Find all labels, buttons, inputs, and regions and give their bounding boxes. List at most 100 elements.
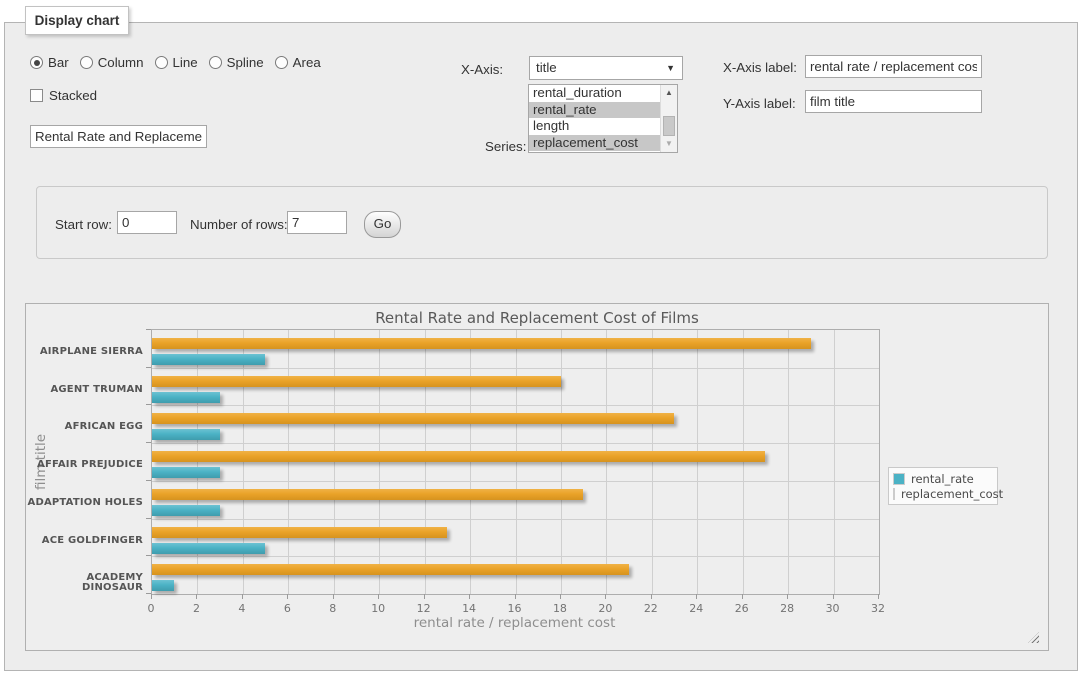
x-axis-tick [878, 594, 879, 599]
x-axis-tick [196, 594, 197, 599]
series-option-rental-rate[interactable]: rental_rate [529, 102, 677, 119]
radio-line[interactable]: Line [155, 55, 198, 70]
series-option-rental-duration[interactable]: rental_duration [529, 85, 677, 102]
category-label: ADAPTATION HOLES [26, 498, 143, 508]
chevron-down-icon: ▼ [666, 64, 675, 73]
category-label: ACE GOLDFINGER [26, 536, 143, 546]
radio-bar-label: Bar [48, 55, 69, 70]
legend-item: replacement_cost [893, 486, 993, 501]
x-tick-label: 18 [545, 602, 575, 615]
y-axis-tick [146, 518, 151, 519]
x-tick-label: 6 [272, 602, 302, 615]
bar-replacement-cost [152, 413, 674, 424]
stacked-label: Stacked [49, 88, 97, 103]
bar-rental-rate [152, 354, 265, 365]
y-axis-label-field-label: Y-Axis label: [723, 96, 796, 111]
x-tick-label: 2 [181, 602, 211, 615]
scroll-down-icon[interactable]: ▼ [661, 139, 677, 149]
x-tick-label: 4 [227, 602, 257, 615]
gridline [152, 443, 879, 444]
bar-rental-rate [152, 392, 220, 403]
start-row-input[interactable] [117, 211, 177, 234]
row-controls-box [36, 186, 1048, 259]
radio-area[interactable]: Area [275, 55, 321, 70]
gridline [834, 330, 835, 594]
legend-label: rental_rate [911, 472, 974, 486]
scrollbar[interactable]: ▲ ▼ [660, 85, 677, 152]
series-option-length[interactable]: length [529, 118, 677, 135]
gridline [152, 519, 879, 520]
resize-handle-icon[interactable] [1028, 632, 1039, 643]
x-axis-tick [605, 594, 606, 599]
radio-area-icon[interactable] [275, 56, 288, 69]
radio-column[interactable]: Column [80, 55, 144, 70]
y-axis-tick [146, 329, 151, 330]
series-select-label: Series: [485, 139, 526, 154]
bar-replacement-cost [152, 564, 629, 575]
start-row-label: Start row: [55, 217, 112, 232]
category-label: AFRICAN EGG [26, 422, 143, 432]
bar-replacement-cost [152, 338, 811, 349]
radio-bar-icon[interactable] [30, 56, 43, 69]
gridline [152, 368, 879, 369]
radio-line-icon[interactable] [155, 56, 168, 69]
gridline [152, 405, 879, 406]
radio-spline[interactable]: Spline [209, 55, 264, 70]
chart-type-radio-group: Bar Column Line Spline Area [30, 55, 332, 70]
x-tick-label: 0 [136, 602, 166, 615]
gridline [152, 481, 879, 482]
legend-item: rental_rate [893, 471, 993, 486]
y-axis-tick [146, 555, 151, 556]
category-label: AIRPLANE SIERRA [26, 347, 143, 357]
x-axis-tick [696, 594, 697, 599]
chart-title: Rental Rate and Replacement Cost of Film… [26, 309, 1048, 327]
x-tick-label: 14 [454, 602, 484, 615]
bar-rental-rate [152, 505, 220, 516]
category-label: AFFAIR PREJUDICE [26, 460, 143, 470]
panel-title: Display chart [25, 6, 129, 35]
x-tick-label: 22 [636, 602, 666, 615]
chart-container: Rental Rate and Replacement Cost of Film… [25, 303, 1049, 651]
scroll-up-icon[interactable]: ▲ [661, 88, 677, 98]
number-of-rows-label: Number of rows: [190, 217, 288, 232]
x-axis-tick [424, 594, 425, 599]
legend-label: replacement_cost [901, 487, 1003, 501]
go-button[interactable]: Go [364, 211, 401, 238]
radio-column-label: Column [98, 55, 144, 70]
legend-swatch-rental-rate [893, 473, 905, 485]
gridline [788, 330, 789, 594]
bar-rental-rate [152, 429, 220, 440]
number-of-rows-input[interactable] [287, 211, 347, 234]
x-axis-tick [151, 594, 152, 599]
y-axis-tick [146, 367, 151, 368]
scrollbar-thumb[interactable] [663, 116, 675, 136]
chart-title-input[interactable] [30, 125, 207, 148]
stacked-option[interactable]: Stacked [30, 88, 97, 103]
x-tick-label: 12 [409, 602, 439, 615]
x-axis-label-input[interactable] [805, 55, 982, 78]
stacked-checkbox[interactable] [30, 89, 43, 102]
radio-spline-label: Spline [227, 55, 264, 70]
series-option-replacement-cost[interactable]: replacement_cost [529, 135, 677, 152]
x-axis-tick [378, 594, 379, 599]
radio-bar[interactable]: Bar [30, 55, 69, 70]
series-multiselect[interactable]: rental_duration rental_rate length repla… [528, 84, 678, 153]
x-tick-label: 8 [318, 602, 348, 615]
bar-replacement-cost [152, 527, 447, 538]
radio-area-label: Area [293, 55, 321, 70]
x-axis-tick [787, 594, 788, 599]
x-axis-select[interactable]: title ▼ [529, 56, 683, 80]
y-axis-label-input[interactable] [805, 90, 982, 113]
x-tick-label: 26 [727, 602, 757, 615]
bar-replacement-cost [152, 376, 561, 387]
x-axis-selected-value: title [536, 60, 557, 75]
x-axis-select-label: X-Axis: [461, 62, 503, 77]
radio-spline-icon[interactable] [209, 56, 222, 69]
legend-swatch-replacement-cost [893, 488, 895, 500]
plot-area [151, 329, 880, 595]
bar-rental-rate [152, 543, 265, 554]
radio-column-icon[interactable] [80, 56, 93, 69]
x-tick-label: 10 [363, 602, 393, 615]
category-label: AGENT TRUMAN [26, 385, 143, 395]
chart-legend: rental_rate replacement_cost [888, 467, 998, 505]
